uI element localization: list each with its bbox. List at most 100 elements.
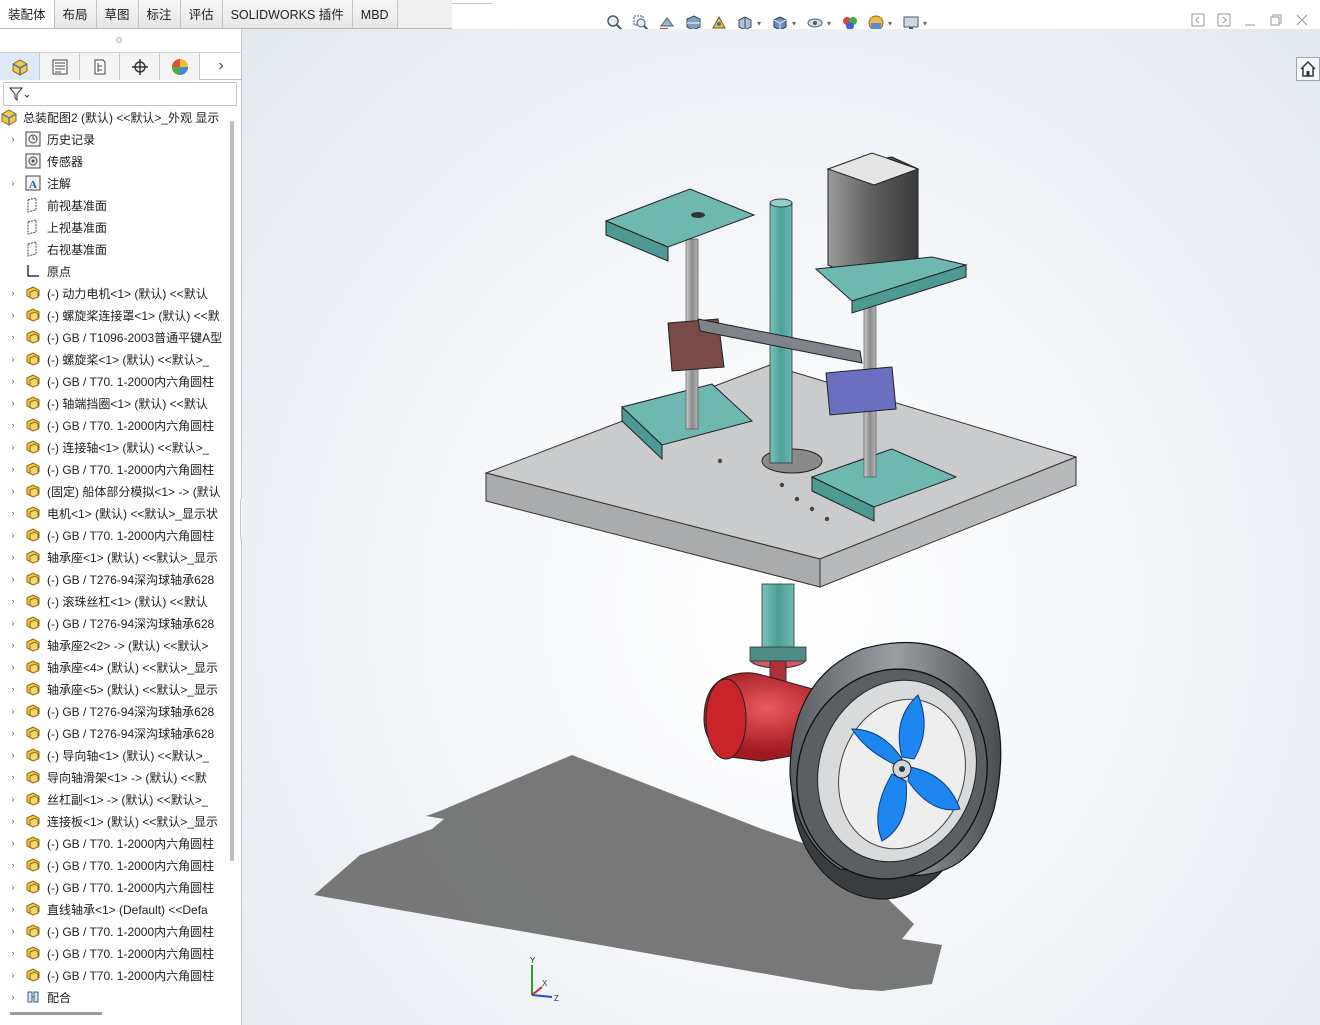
tab-evaluate[interactable]: 评估 (180, 0, 223, 28)
tree-root-assembly[interactable]: 总装配图2 (默认) <<默认>_外观 显示 (0, 106, 230, 128)
propertymanager-icon[interactable] (40, 53, 80, 80)
tab-mbd[interactable]: MBD (352, 0, 398, 28)
restore-icon[interactable] (1268, 12, 1284, 28)
tree-item-part[interactable]: › 导向轴滑架<1> -> (默认) <<默 (0, 766, 230, 788)
tree-item-plane[interactable]: 前视基准面 (0, 194, 230, 216)
chevron-right-icon[interactable]: › (200, 53, 242, 79)
chevron-right-icon[interactable]: › (7, 772, 19, 782)
chevron-right-icon[interactable]: › (7, 662, 19, 672)
tile-left-icon[interactable] (1190, 12, 1206, 28)
tree-item-part[interactable]: › 轴承座2<2> -> (默认) <<默认> (0, 634, 230, 656)
tree-horizontal-scrollbar[interactable] (10, 1012, 102, 1015)
graphics-viewport[interactable]: Y Z X (242, 29, 1320, 1025)
tree-item-part[interactable]: › (-) GB / T276-94深沟球轴承628 (0, 700, 230, 722)
chevron-right-icon[interactable]: › (7, 926, 19, 936)
tree-item-part[interactable]: › (-) 滚珠丝杠<1> (默认) <<默认 (0, 590, 230, 612)
chevron-down-icon[interactable]: ▾ (888, 19, 896, 28)
chevron-right-icon[interactable]: › (7, 970, 19, 980)
close-icon[interactable] (1294, 12, 1310, 28)
tree-item-part[interactable]: › (-) GB / T276-94深沟球轴承628 (0, 612, 230, 634)
tree-item-part[interactable]: › (-) 螺旋桨<1> (默认) <<默认>_ (0, 348, 230, 370)
chevron-right-icon[interactable]: › (7, 882, 19, 892)
tree-item-origin[interactable]: 原点 (0, 260, 230, 282)
tree-item-part[interactable]: › (-) GB / T1096-2003普通平键A型 (0, 326, 230, 348)
chevron-right-icon[interactable]: › (7, 860, 19, 870)
chevron-right-icon[interactable]: › (7, 992, 19, 1002)
chevron-right-icon[interactable]: › (7, 288, 19, 298)
tree-item-part[interactable]: › (-) GB / T70. 1-2000内六角圆柱 (0, 920, 230, 942)
chevron-right-icon[interactable]: › (7, 420, 19, 430)
tree-item-part[interactable]: › (-) 导向轴<1> (默认) <<默认>_ (0, 744, 230, 766)
tree-item-part[interactable]: › (-) GB / T70. 1-2000内六角圆柱 (0, 458, 230, 480)
panel-grip-handle[interactable] (116, 37, 122, 43)
configurationmanager-icon[interactable] (80, 53, 120, 80)
chevron-right-icon[interactable]: › (7, 816, 19, 826)
chevron-right-icon[interactable]: › (7, 310, 19, 320)
tree-item-part[interactable]: › 直线轴承<1> (Default) <<Defa (0, 898, 230, 920)
chevron-right-icon[interactable]: › (7, 904, 19, 914)
tile-right-icon[interactable] (1216, 12, 1232, 28)
tree-item-part[interactable]: › 连接板<1> (默认) <<默认>_显示 (0, 810, 230, 832)
tab-solidworks-addins[interactable]: SOLIDWORKS 插件 (222, 0, 353, 28)
chevron-right-icon[interactable]: › (7, 574, 19, 584)
tree-item-history[interactable]: › 历史记录 (0, 128, 230, 150)
tree-item-part[interactable]: › (-) 螺旋桨连接罩<1> (默认) <<默 (0, 304, 230, 326)
tree-vertical-scrollbar[interactable] (230, 121, 234, 861)
tree-item-sensor[interactable]: 传感器 (0, 150, 230, 172)
chevron-right-icon[interactable]: › (7, 684, 19, 694)
tree-item-plane[interactable]: 上视基准面 (0, 216, 230, 238)
tree-item-part[interactable]: › (-) GB / T70. 1-2000内六角圆柱 (0, 832, 230, 854)
tree-item-part[interactable]: › 轴承座<4> (默认) <<默认>_显示 (0, 656, 230, 678)
chevron-right-icon[interactable]: › (7, 706, 19, 716)
tree-item-part[interactable]: › (-) 动力电机<1> (默认) <<默认 (0, 282, 230, 304)
chevron-right-icon[interactable]: › (7, 728, 19, 738)
tree-item-part[interactable]: › 电机<1> (默认) <<默认>_显示状 (0, 502, 230, 524)
tree-item-mates[interactable]: › 配合 (0, 986, 230, 1008)
chevron-right-icon[interactable]: › (7, 354, 19, 364)
tree-item-plane[interactable]: 右视基准面 (0, 238, 230, 260)
tree-item-part[interactable]: › (-) GB / T70. 1-2000内六角圆柱 (0, 414, 230, 436)
tree-item-part[interactable]: › (-) GB / T70. 1-2000内六角圆柱 (0, 370, 230, 392)
chevron-right-icon[interactable]: › (7, 552, 19, 562)
chevron-right-icon[interactable]: › (7, 332, 19, 342)
displaymanager-icon[interactable] (160, 53, 200, 80)
tree-item-part[interactable]: › (-) GB / T70. 1-2000内六角圆柱 (0, 524, 230, 546)
tab-sketch[interactable]: 草图 (96, 0, 139, 28)
chevron-right-icon[interactable]: › (7, 464, 19, 474)
tab-layout[interactable]: 布局 (54, 0, 97, 28)
minimize-icon[interactable] (1242, 12, 1258, 28)
tree-item-part[interactable]: › (-) GB / T70. 1-2000内六角圆柱 (0, 942, 230, 964)
tab-markup[interactable]: 标注 (138, 0, 181, 28)
tree-item-part[interactable]: › (-) GB / T70. 1-2000内六角圆柱 (0, 854, 230, 876)
tree-item-part[interactable]: › (-) GB / T276-94深沟球轴承628 (0, 722, 230, 744)
tree-item-annotation[interactable]: › A 注解 (0, 172, 230, 194)
chevron-down-icon[interactable]: ▾ (827, 19, 835, 28)
tree-item-part[interactable]: › (-) GB / T70. 1-2000内六角圆柱 (0, 876, 230, 898)
tree-item-part[interactable]: › (-) GB / T276-94深沟球轴承628 (0, 568, 230, 590)
chevron-right-icon[interactable]: › (7, 398, 19, 408)
assembly-model-render[interactable] (242, 29, 1320, 1025)
chevron-right-icon[interactable]: › (7, 948, 19, 958)
chevron-right-icon[interactable]: › (7, 134, 19, 144)
featuremanager-icon[interactable] (0, 53, 40, 80)
chevron-right-icon[interactable]: › (7, 596, 19, 606)
tree-item-part[interactable]: › 轴承座<5> (默认) <<默认>_显示 (0, 678, 230, 700)
tree-item-part[interactable]: › (-) 轴端挡圈<1> (默认) <<默认 (0, 392, 230, 414)
tree-item-part[interactable]: › (固定) 船体部分模拟<1> -> (默认 (0, 480, 230, 502)
chevron-right-icon[interactable]: › (7, 486, 19, 496)
chevron-right-icon[interactable]: › (7, 530, 19, 540)
chevron-right-icon[interactable]: › (7, 750, 19, 760)
chevron-right-icon[interactable]: › (7, 640, 19, 650)
chevron-right-icon[interactable]: › (7, 794, 19, 804)
tree-item-part[interactable]: › (-) GB / T70. 1-2000内六角圆柱 (0, 964, 230, 986)
chevron-right-icon[interactable]: › (7, 508, 19, 518)
tree-item-part[interactable]: › 丝杠副<1> -> (默认) <<默认>_ (0, 788, 230, 810)
chevron-right-icon[interactable]: › (7, 178, 19, 188)
tree-item-part[interactable]: › 轴承座<1> (默认) <<默认>_显示 (0, 546, 230, 568)
chevron-right-icon[interactable]: › (7, 442, 19, 452)
dimxpert-icon[interactable] (120, 53, 160, 80)
chevron-right-icon[interactable]: › (7, 376, 19, 386)
chevron-right-icon[interactable]: › (7, 618, 19, 628)
filter-icon[interactable] (8, 86, 30, 102)
chevron-down-icon[interactable]: ▾ (923, 19, 931, 28)
